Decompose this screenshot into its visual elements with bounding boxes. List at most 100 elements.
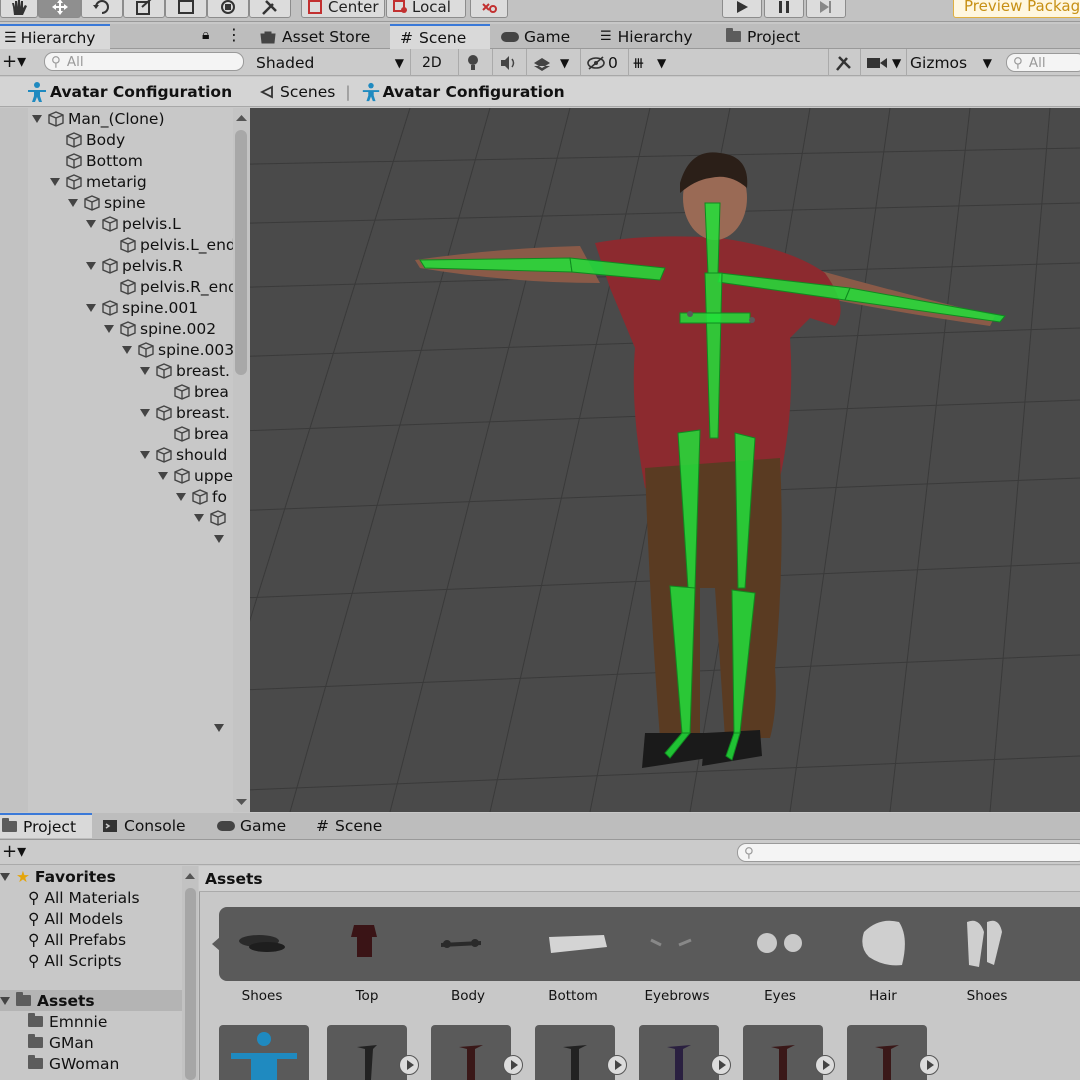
tab-project[interactable]: Project <box>0 813 92 838</box>
tab-hierarchy-2[interactable]: ☰ Hierarchy <box>600 24 720 49</box>
tree-node[interactable]: spine <box>68 192 146 213</box>
move-tool-button[interactable] <box>38 0 81 18</box>
eyebrows-thumbnail[interactable] <box>650 938 692 947</box>
prefab-thumbnail[interactable] <box>535 1025 627 1080</box>
asset-label[interactable]: Eyebrows <box>627 988 727 1004</box>
tab-console[interactable]: Console <box>102 813 202 838</box>
body-thumbnail[interactable] <box>441 939 481 948</box>
asset-label[interactable]: Shoes <box>212 988 312 1004</box>
rotate-tool-button[interactable] <box>81 0 123 18</box>
top-thumbnail[interactable] <box>351 925 377 957</box>
collapse-arrow-icon[interactable] <box>210 936 222 952</box>
folder-item[interactable]: GWoman <box>28 1053 119 1074</box>
tree-node[interactable]: breast. <box>140 402 230 423</box>
tree-node[interactable] <box>194 507 230 528</box>
tree-node[interactable]: should <box>140 444 227 465</box>
scene-canvas[interactable] <box>250 108 1080 812</box>
create-asset-button[interactable]: +▾ <box>2 841 26 862</box>
prefab-thumbnail[interactable] <box>847 1025 939 1080</box>
back-arrow-icon[interactable] <box>258 85 274 99</box>
folder-item[interactable]: Emnnie <box>28 1011 107 1032</box>
folder-item[interactable]: GMan <box>28 1032 94 1053</box>
tree-node[interactable]: Bottom <box>66 150 143 171</box>
character-model[interactable] <box>415 152 995 768</box>
asset-label[interactable]: Eyes <box>730 988 830 1004</box>
avatar-asset-thumbnail[interactable] <box>219 1025 309 1080</box>
rect-tool-button[interactable] <box>165 0 207 18</box>
tree-node[interactable]: spine.002 <box>104 318 216 339</box>
hidden-objects-toggle[interactable]: 0 <box>586 51 626 74</box>
tab-game-bottom[interactable]: Game <box>216 813 306 838</box>
audio-toggle[interactable] <box>500 51 520 74</box>
tree-node[interactable]: spine.001 <box>86 297 198 318</box>
asset-label[interactable]: Body <box>418 988 518 1004</box>
prefab-thumbnail[interactable] <box>639 1025 731 1080</box>
2d-toggle-button[interactable]: 2D <box>422 51 452 74</box>
play-preview-icon[interactable] <box>607 1055 627 1075</box>
scroll-down-icon[interactable] <box>233 796 250 808</box>
asset-label[interactable]: Hair <box>833 988 933 1004</box>
tree-node[interactable]: fo <box>176 486 227 507</box>
scene-viewport[interactable] <box>250 108 1080 812</box>
scale-tool-button[interactable] <box>123 0 165 18</box>
custom-tool-button[interactable] <box>249 0 291 18</box>
asset-label[interactable]: Shoes <box>937 988 1037 1004</box>
asset-label[interactable]: Top <box>317 988 417 1004</box>
project-search-input[interactable]: ⚲ <box>737 843 1080 862</box>
grid-dropdown[interactable]: ⧻ ▼ <box>632 51 676 74</box>
prefab-thumbnail[interactable] <box>431 1025 523 1080</box>
tree-node[interactable]: pelvis.R_end <box>120 276 233 297</box>
space-local-button[interactable]: Local <box>386 0 466 18</box>
tree-node[interactable]: pelvis.L_end <box>120 234 233 255</box>
tree-node[interactable] <box>214 528 230 549</box>
scene-search-input[interactable]: ⚲ All <box>1006 53 1080 72</box>
favorites-section[interactable]: ★ Favorites <box>0 866 116 887</box>
prefab-thumbnail[interactable] <box>327 1025 419 1080</box>
hierarchy-search-input[interactable]: ⚲ All <box>44 52 244 71</box>
create-add-button[interactable]: +▾ <box>2 51 26 72</box>
assets-folder[interactable]: Assets <box>0 990 182 1011</box>
tree-node[interactable]: metarig <box>50 171 147 192</box>
play-preview-icon[interactable] <box>503 1055 523 1075</box>
tree-node[interactable]: Body <box>66 129 125 150</box>
favorite-item[interactable]: ⚲ All Materials <box>28 887 140 908</box>
shoes-mesh-thumbnail[interactable] <box>967 920 1002 967</box>
tree-node[interactable]: Man_(Clone) <box>32 108 165 129</box>
step-button[interactable] <box>806 0 846 18</box>
favorite-item[interactable]: ⚲ All Models <box>28 908 123 929</box>
play-preview-icon[interactable] <box>815 1055 835 1075</box>
tree-node[interactable]: uppe <box>158 465 233 486</box>
favorite-item[interactable]: ⚲ All Scripts <box>28 950 122 971</box>
hierarchy-scroll-thumb[interactable] <box>235 130 247 375</box>
camera-dropdown[interactable]: ▼ <box>866 51 906 74</box>
tree-node[interactable]: breast. <box>140 360 230 381</box>
preview-packages-button[interactable]: Preview Packag <box>953 0 1080 18</box>
lighting-toggle[interactable] <box>466 51 486 74</box>
tree-node[interactable]: pelvis.L <box>86 213 181 234</box>
prefab-thumbnail[interactable] <box>743 1025 835 1080</box>
tree-node[interactable]: pelvis.R <box>86 255 183 276</box>
tab-game[interactable]: Game <box>500 24 595 49</box>
shoes-thumbnail[interactable] <box>239 935 285 952</box>
tab-asset-store[interactable]: Asset Store <box>260 24 390 49</box>
breadcrumb-scenes-link[interactable]: Scenes <box>280 83 335 101</box>
hierarchy-prefab-header[interactable]: Avatar Configuration <box>0 77 250 107</box>
play-preview-icon[interactable] <box>711 1055 731 1075</box>
bottom-thumbnail[interactable] <box>549 935 607 953</box>
play-button[interactable] <box>722 0 762 18</box>
play-preview-icon[interactable] <box>919 1055 939 1075</box>
scene-tools-button[interactable] <box>834 51 854 74</box>
hair-thumbnail[interactable] <box>862 920 905 966</box>
transform-tool-button[interactable] <box>207 0 249 18</box>
pivot-center-button[interactable]: Center <box>301 0 385 18</box>
lock-icon[interactable]: 🔒︎ <box>202 27 209 43</box>
scroll-up-icon[interactable] <box>182 870 198 882</box>
shading-mode-dropdown[interactable]: Shaded ▼ <box>256 51 406 74</box>
project-tree-scroll-thumb[interactable] <box>185 888 196 1080</box>
tree-node-collapsed[interactable] <box>214 717 230 738</box>
tab-project-2[interactable]: Project <box>726 24 836 49</box>
panel-menu-icon[interactable]: ⋮ <box>226 25 242 44</box>
tree-node[interactable]: spine.003 <box>122 339 233 360</box>
tab-scene-bottom[interactable]: # Scene <box>316 813 406 838</box>
snap-settings-button[interactable] <box>470 0 508 18</box>
